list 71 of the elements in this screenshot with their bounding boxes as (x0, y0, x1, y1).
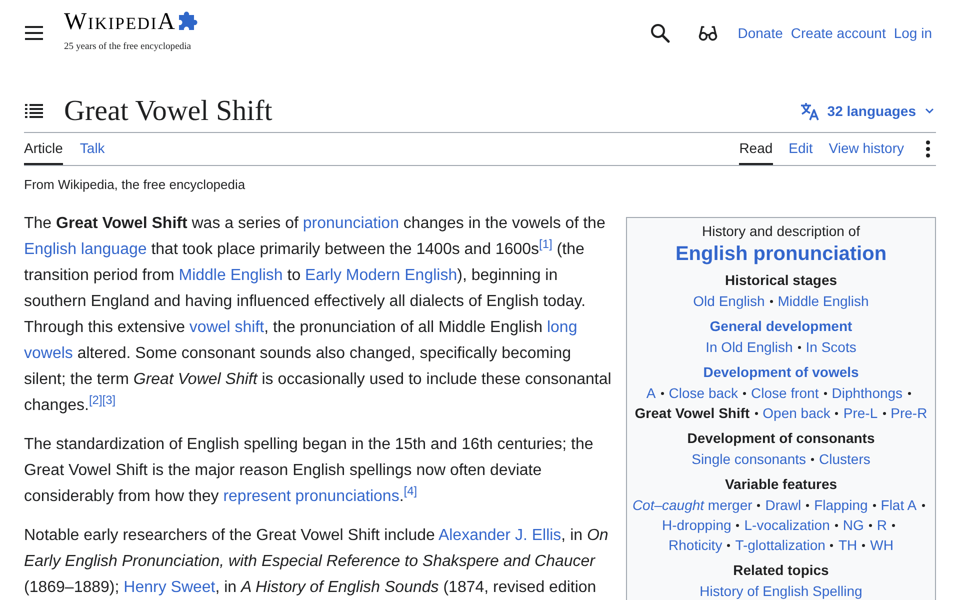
header-link[interactable]: Log in (894, 22, 932, 44)
infobox-link[interactable]: Close back (668, 383, 738, 403)
infobox-heading-link[interactable]: Development of vowels (703, 364, 859, 380)
article-paragraph: Notable early researchers of the Great Vowel Shift include Alexander J. Ellis, in On Early English Pronunciation, with Especial Reference to Shakspere and Chaucer (1869–1889); Henry Sweet, in A History of English Sounds (1874, revised edition (24, 526, 610, 598)
infobox-link[interactable]: Middle English (778, 291, 869, 311)
infobox-link[interactable]: NG (842, 515, 864, 535)
infobox-heading-link[interactable]: General development (710, 318, 852, 334)
text-link[interactable]: English language (24, 241, 147, 258)
text-link[interactable]: represent pronunciations (223, 488, 400, 505)
infobox-link[interactable]: Drawl (765, 495, 802, 515)
text-link[interactable]: vowel shift (189, 319, 264, 336)
glasses-icon[interactable] (698, 25, 718, 41)
infobox-link[interactable]: WH (870, 535, 894, 555)
infobox-link[interactable]: H-dropping (662, 515, 732, 535)
infobox-link[interactable]: A (646, 383, 656, 403)
logo-wordmark[interactable]: WikipediA (64, 10, 176, 34)
tab[interactable]: Article (24, 133, 63, 165)
infobox-link[interactable]: Pre-L (843, 403, 878, 423)
infobox-heading: Development of consonants (687, 430, 875, 446)
reference-link[interactable]: [2] (88, 393, 102, 407)
text-link[interactable]: Early Modern English (305, 267, 458, 284)
infobox-caption: History and description of (701, 222, 861, 241)
infobox-heading: Historical stages (724, 272, 838, 288)
tab[interactable]: Read (739, 133, 773, 165)
infobox-link[interactable]: Rhoticity (668, 535, 722, 555)
table-of-contents-icon[interactable] (24, 103, 44, 119)
text-link[interactable]: Henry Sweet (124, 579, 216, 596)
text-link[interactable]: long (546, 319, 578, 336)
infobox-link[interactable]: Close front (751, 383, 819, 403)
current-page-label: Great Vowel Shift (634, 404, 750, 423)
page-title: Great Vowel Shift (64, 94, 272, 129)
infobox-heading: Variable features (724, 476, 838, 492)
language-button[interactable]: 32 languages (800, 100, 934, 122)
more-icon[interactable] (925, 140, 931, 158)
reference-link[interactable]: [4] (404, 484, 418, 498)
tab[interactable]: Edit (788, 133, 813, 165)
reference-link[interactable]: [1] (539, 237, 552, 251)
caret-icon (925, 108, 934, 114)
text-link[interactable]: Alexander J. Ellis (438, 527, 562, 544)
infobox-link[interactable]: Old English (693, 291, 765, 311)
search-icon[interactable] (650, 23, 670, 43)
site-subtitle: From Wikipedia, the free encyclopedia (24, 176, 246, 194)
infobox-link[interactable]: History of English Spelling (700, 581, 862, 600)
logo-tagline: 25 years of the free encyclopedia (64, 40, 192, 52)
infobox-link[interactable]: TH (838, 535, 858, 555)
text-link[interactable]: pronunciation (302, 215, 399, 232)
tab[interactable]: Talk (80, 133, 105, 165)
infobox-title-link[interactable]: English pronunciation (675, 243, 887, 265)
infobox-link[interactable]: Single consonants (692, 449, 806, 469)
header-link[interactable]: Create account (790, 22, 886, 44)
infobox-link[interactable]: L-vocalization (744, 515, 830, 535)
infobox-link[interactable]: R (876, 515, 887, 535)
infobox-link[interactable]: Open back (762, 403, 830, 423)
translate-icon (800, 101, 820, 121)
text-link[interactable]: vowels (24, 345, 73, 362)
infobox-link[interactable]: Cot–caught merger (632, 495, 752, 515)
article-paragraph: The standardization of English spelling began in the 15th and 16th centuries; the Great Vowel Shift is the major reason English spellings now often deviate considerably from how they represent pronunciations.$^{[4]}$ (24, 435, 594, 507)
infobox-link[interactable]: Flat A (880, 495, 917, 515)
infobox-link[interactable]: Clusters (819, 449, 870, 469)
infobox-link[interactable]: In Old English (706, 337, 793, 357)
text-link[interactable]: Middle English (178, 267, 283, 284)
infobox-link[interactable]: Diphthongs (832, 383, 903, 403)
reference-link[interactable]: [3] (102, 393, 116, 407)
infobox-link[interactable]: Flapping (814, 495, 868, 515)
tab[interactable]: View history (828, 133, 904, 165)
header-link[interactable]: Donate (738, 22, 783, 44)
infobox-link[interactable]: In Scots (806, 337, 856, 357)
menu-icon[interactable] (24, 25, 44, 41)
infobox-link[interactable]: T-glottalization (735, 535, 826, 555)
infobox-link[interactable]: Pre-R (890, 403, 928, 423)
infobox-heading: Related topics (733, 562, 829, 578)
